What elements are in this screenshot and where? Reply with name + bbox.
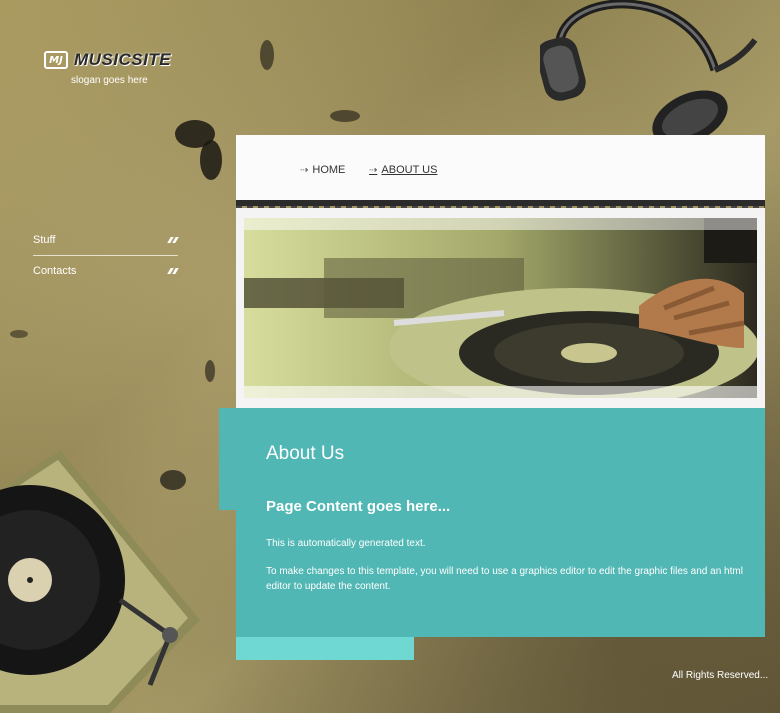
nav-about-link[interactable]: ⇢ ABOUT US [369, 164, 437, 176]
content-paragraph: To make changes to this template, you wi… [266, 566, 743, 592]
footer-copyright: All Rights Reserved... [672, 670, 769, 681]
site-logo[interactable]: MJ MUSICSITE [44, 50, 171, 70]
banner-frame [236, 208, 765, 408]
content-area: About Us Page Content goes here... This … [236, 408, 765, 637]
content-subheading: Page Content goes here... [266, 498, 451, 515]
headphones-icon [540, 0, 758, 135]
double-slash-icon [168, 268, 178, 274]
side-nav-label: Stuff [33, 234, 56, 246]
nav-home-label: HOME [312, 164, 346, 176]
side-nav-item-contacts[interactable]: Contacts [33, 256, 178, 286]
page-title: About Us [266, 443, 345, 464]
grunge-splat [10, 330, 28, 338]
double-slash-icon [168, 237, 178, 243]
grunge-splat [260, 40, 274, 70]
nav-about-label: ABOUT US [381, 164, 438, 176]
turntable-icon [0, 450, 200, 713]
arrow-right-icon: ⇢ [369, 164, 378, 176]
side-nav-item-stuff[interactable]: Stuff [33, 225, 178, 255]
content-torn-edge [236, 637, 414, 660]
arrow-right-icon: ⇢ [300, 164, 309, 176]
top-nav-panel: ⇢ HOME ⇢ ABOUT US [236, 135, 765, 210]
site-name: MUSICSITE [74, 50, 172, 69]
logo-mark-icon: MJ [44, 51, 68, 69]
side-nav-label: Contacts [33, 265, 77, 277]
grunge-splat [200, 140, 222, 180]
content-paragraph: This is automatically generated text. [266, 538, 426, 549]
dj-turntable-banner-image [244, 218, 757, 398]
top-nav: ⇢ HOME ⇢ ABOUT US [236, 135, 765, 210]
grunge-splat [330, 110, 360, 122]
side-nav: Stuff Contacts [33, 225, 178, 286]
grunge-splat [205, 360, 215, 382]
nav-home-link[interactable]: ⇢ HOME [300, 164, 345, 176]
slogan: slogan goes here [71, 75, 148, 86]
